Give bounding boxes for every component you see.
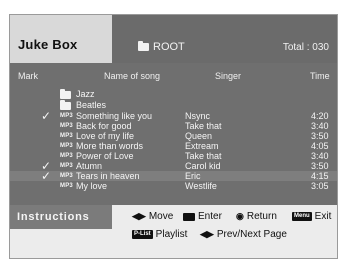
return-hint: ◉ Return (236, 211, 277, 222)
song-singer: Extream (185, 141, 219, 151)
check-mark-icon: ✓ (41, 169, 52, 183)
menu-key-icon: Menu (292, 212, 312, 221)
return-icon: ◉ (236, 211, 244, 221)
folder-row[interactable]: Jazz (10, 89, 337, 99)
song-time: 3:05 (311, 181, 329, 191)
mp3-tag: MP3 (60, 173, 73, 179)
song-time: 4:20 (311, 111, 329, 121)
song-name: Atumn (76, 161, 103, 171)
folder-icon (138, 41, 149, 51)
instructions-label: Instructions (10, 205, 112, 229)
folder-icon (60, 100, 71, 110)
mp3-tag: MP3 (60, 113, 73, 119)
column-singer: Singer (215, 71, 242, 81)
column-mark: Mark (18, 71, 38, 81)
song-time: 3:40 (311, 121, 329, 131)
enter-hint: Enter (183, 211, 222, 222)
mp3-tag: MP3 (60, 143, 73, 149)
song-row[interactable]: MP3 Back for good Take that 3:40 (10, 121, 337, 131)
exit-hint-label: Exit (314, 211, 332, 222)
song-row[interactable]: ✓ MP3 Tears in heaven Eric 4:15 (10, 169, 337, 183)
song-singer: Eric (185, 171, 201, 181)
song-singer: Nsync (185, 111, 211, 121)
song-name: Back for good (76, 121, 132, 131)
page-hint-label: Prev/Next Page (216, 229, 287, 240)
song-name: My love (76, 181, 108, 191)
song-time: 3:50 (311, 161, 329, 171)
enter-key-icon (183, 212, 195, 221)
exit-hint: Menu Exit (292, 211, 331, 222)
song-singer: Westlife (185, 181, 217, 191)
song-name: Tears in heaven (76, 171, 140, 181)
song-row[interactable]: MP3 Power of Love Take that 3:40 (10, 151, 337, 161)
mp3-tag: MP3 (60, 123, 73, 129)
jukebox-screen: Juke Box ROOT Total : 030 Mark Name of s… (9, 14, 338, 259)
jukebox-title: Juke Box (18, 37, 78, 52)
song-row[interactable]: MP3 My love Westlife 3:05 (10, 181, 337, 191)
column-time: Time (310, 71, 330, 81)
mp3-tag: MP3 (60, 133, 73, 139)
move-hint-label: Move (148, 211, 174, 222)
song-time: 4:05 (311, 141, 329, 151)
current-folder-label: ROOT (153, 41, 185, 53)
song-time: 4:15 (311, 171, 329, 181)
playlist-hint: P-List Playlist (132, 229, 187, 240)
check-mark-icon: ✓ (41, 109, 52, 123)
song-row[interactable]: ✓ MP3 Atumn Carol kid 3:50 (10, 160, 337, 172)
folder-label: Beatles (76, 100, 107, 110)
song-singer: Carol kid (185, 161, 221, 171)
song-name: Power of Love (76, 151, 134, 161)
song-list: Mark Name of song Singer Time Jazz Beatle… (10, 63, 337, 205)
total-count: Total : 030 (282, 42, 329, 53)
song-name: More than words (76, 141, 144, 151)
plist-key-icon: P-List (132, 230, 153, 239)
playlist-hint-label: Playlist (155, 229, 188, 240)
song-name: Love of my life (76, 131, 135, 141)
instructions-panel: Instructions ◀▶ Move Enter ◉ Return Menu… (10, 205, 337, 258)
mp3-tag: MP3 (60, 183, 73, 189)
folder-icon (60, 89, 71, 99)
enter-hint-label: Enter (198, 211, 222, 222)
song-time: 3:40 (311, 151, 329, 161)
folder-row[interactable]: Beatles (10, 100, 337, 110)
song-singer: Take that (185, 121, 222, 131)
mp3-tag: MP3 (60, 153, 73, 159)
folder-label: Jazz (76, 89, 95, 99)
move-hint: ◀▶ Move (132, 211, 173, 222)
current-folder: ROOT (138, 41, 185, 53)
song-name: Something like you (76, 111, 153, 121)
header-bar: Juke Box ROOT Total : 030 (10, 15, 337, 63)
song-row[interactable]: MP3 More than words Extream 4:05 (10, 141, 337, 151)
page-hint: ◀▶ Prev/Next Page (200, 229, 287, 240)
song-singer: Take that (185, 151, 222, 161)
left-right-arrow-icon: ◀▶ (132, 211, 146, 221)
return-hint-label: Return (246, 211, 277, 222)
mp3-tag: MP3 (60, 163, 73, 169)
song-singer: Queen (185, 131, 213, 141)
header-path-bar: ROOT Total : 030 (112, 15, 337, 63)
column-name: Name of song (104, 71, 161, 81)
song-row[interactable]: ✓ MP3 Something like you Nsync 4:20 (10, 109, 337, 123)
prev-next-arrow-icon: ◀▶ (200, 229, 214, 239)
song-time: 3:50 (311, 131, 329, 141)
song-row[interactable]: MP3 Love of my life Queen 3:50 (10, 131, 337, 141)
